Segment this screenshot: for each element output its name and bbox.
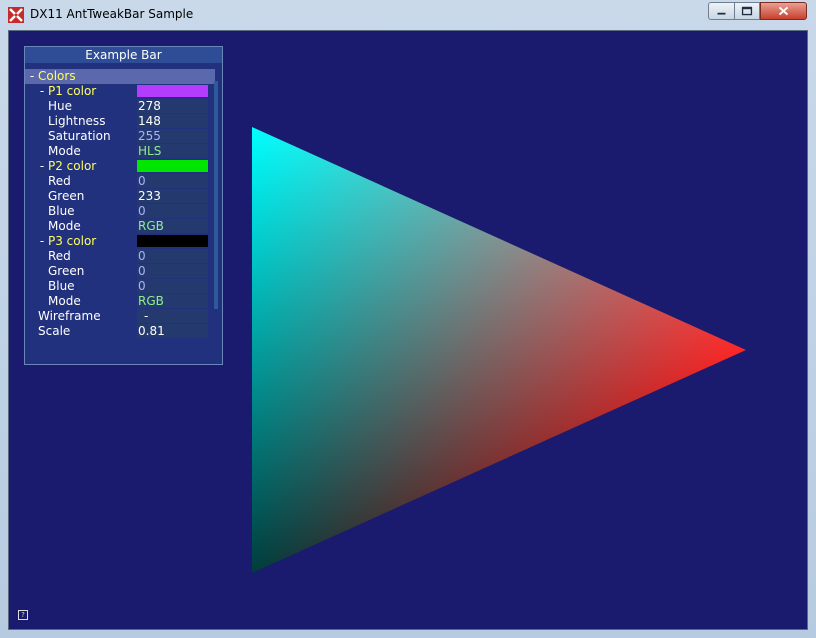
field-blue[interactable]: Blue 0 bbox=[25, 279, 215, 294]
value-text: 0.81 bbox=[138, 324, 165, 338]
field-red[interactable]: Red 0 bbox=[25, 174, 215, 189]
field-value[interactable]: 278 bbox=[137, 99, 208, 113]
group-label: P2 color bbox=[48, 159, 97, 173]
color-swatch[interactable] bbox=[137, 160, 208, 172]
enum-value[interactable]: RGB bbox=[137, 294, 208, 308]
field-mode[interactable]: Mode RGB bbox=[25, 294, 215, 309]
field-mode[interactable]: Mode HLS bbox=[25, 144, 215, 159]
value-text: 0 bbox=[138, 264, 146, 278]
value-text: 0 bbox=[138, 204, 146, 218]
color-swatch[interactable] bbox=[137, 85, 208, 97]
minimize-button[interactable] bbox=[708, 2, 735, 20]
field-value[interactable]: 0 bbox=[137, 279, 208, 293]
tweak-bar-title[interactable]: Example Bar bbox=[25, 47, 222, 63]
field-wireframe[interactable]: Wireframe - bbox=[25, 309, 215, 324]
field-label: Scale bbox=[38, 324, 71, 338]
expand-toggle[interactable]: - bbox=[37, 159, 47, 174]
field-label: Mode bbox=[48, 294, 81, 308]
field-value[interactable]: 233 bbox=[137, 189, 208, 203]
field-value[interactable]: 0 bbox=[137, 264, 208, 278]
field-label: Green bbox=[48, 189, 85, 203]
tweak-bar-scrollbar[interactable] bbox=[214, 81, 218, 309]
value-text: 148 bbox=[138, 114, 161, 128]
field-blue[interactable]: Blue 0 bbox=[25, 204, 215, 219]
field-label: Red bbox=[48, 249, 71, 263]
value-text: 0 bbox=[138, 174, 146, 188]
field-value[interactable]: 0 bbox=[137, 174, 208, 188]
value-text: 0 bbox=[138, 279, 146, 293]
field-label: Saturation bbox=[48, 129, 111, 143]
render-viewport[interactable]: Example Bar - Colors - P1 color Hue 278 Lightn… bbox=[8, 30, 808, 630]
field-value[interactable]: 148 bbox=[137, 114, 208, 128]
expand-toggle[interactable]: - bbox=[37, 234, 47, 249]
group-p1-color[interactable]: - P1 color bbox=[25, 84, 215, 99]
group-p3-color[interactable]: - P3 color bbox=[25, 234, 215, 249]
value-text: HLS bbox=[138, 144, 162, 158]
close-icon bbox=[778, 6, 789, 16]
group-label: P3 color bbox=[48, 234, 97, 248]
field-label: Lightness bbox=[48, 114, 106, 128]
field-label: Wireframe bbox=[38, 309, 101, 323]
close-button[interactable] bbox=[760, 2, 807, 20]
window-title: DX11 AntTweakBar Sample bbox=[30, 7, 194, 21]
field-label: Mode bbox=[48, 219, 81, 233]
title-bar[interactable]: DX11 AntTweakBar Sample bbox=[0, 0, 816, 30]
field-lightness[interactable]: Lightness 148 bbox=[25, 114, 215, 129]
field-hue[interactable]: Hue 278 bbox=[25, 99, 215, 114]
group-colors[interactable]: - Colors bbox=[25, 69, 215, 84]
field-label: Green bbox=[48, 264, 85, 278]
group-label: P1 color bbox=[48, 84, 97, 98]
color-swatch[interactable] bbox=[137, 235, 208, 247]
field-saturation[interactable]: Saturation 255 bbox=[25, 129, 215, 144]
field-value[interactable]: - bbox=[137, 309, 208, 323]
value-text: 278 bbox=[138, 99, 161, 113]
enum-value[interactable]: HLS bbox=[137, 144, 208, 158]
field-label: Hue bbox=[48, 99, 73, 113]
minimize-icon bbox=[717, 12, 726, 15]
field-label: Red bbox=[48, 174, 71, 188]
maximize-icon bbox=[741, 6, 753, 16]
field-green[interactable]: Green 0 bbox=[25, 264, 215, 279]
group-p2-color[interactable]: - P2 color bbox=[25, 159, 215, 174]
app-window: DX11 AntTweakBar Sample Example Bar - Co… bbox=[0, 0, 816, 638]
field-label: Blue bbox=[48, 279, 75, 293]
app-icon bbox=[8, 7, 24, 23]
help-icon[interactable]: ? bbox=[18, 610, 28, 620]
expand-toggle[interactable]: - bbox=[27, 69, 37, 84]
field-mode[interactable]: Mode RGB bbox=[25, 219, 215, 234]
field-label: Blue bbox=[48, 204, 75, 218]
expand-toggle[interactable]: - bbox=[37, 84, 47, 99]
field-value[interactable]: 0 bbox=[137, 249, 208, 263]
group-label: Colors bbox=[38, 69, 76, 83]
value-text: RGB bbox=[138, 219, 164, 233]
field-value[interactable]: 255 bbox=[137, 129, 208, 143]
value-text: 0 bbox=[138, 249, 146, 263]
enum-value[interactable]: RGB bbox=[137, 219, 208, 233]
value-text: 233 bbox=[138, 189, 161, 203]
field-green[interactable]: Green 233 bbox=[25, 189, 215, 204]
value-text: - bbox=[144, 309, 149, 323]
field-red[interactable]: Red 0 bbox=[25, 249, 215, 264]
value-text: RGB bbox=[138, 294, 164, 308]
field-label: Mode bbox=[48, 144, 81, 158]
tweak-bar[interactable]: Example Bar - Colors - P1 color Hue 278 Lightn… bbox=[24, 46, 223, 365]
field-value[interactable]: 0.81 bbox=[137, 324, 208, 338]
value-text: 255 bbox=[138, 129, 161, 143]
field-scale[interactable]: Scale 0.81 bbox=[25, 324, 215, 339]
field-value[interactable]: 0 bbox=[137, 204, 208, 218]
maximize-button[interactable] bbox=[734, 2, 760, 20]
